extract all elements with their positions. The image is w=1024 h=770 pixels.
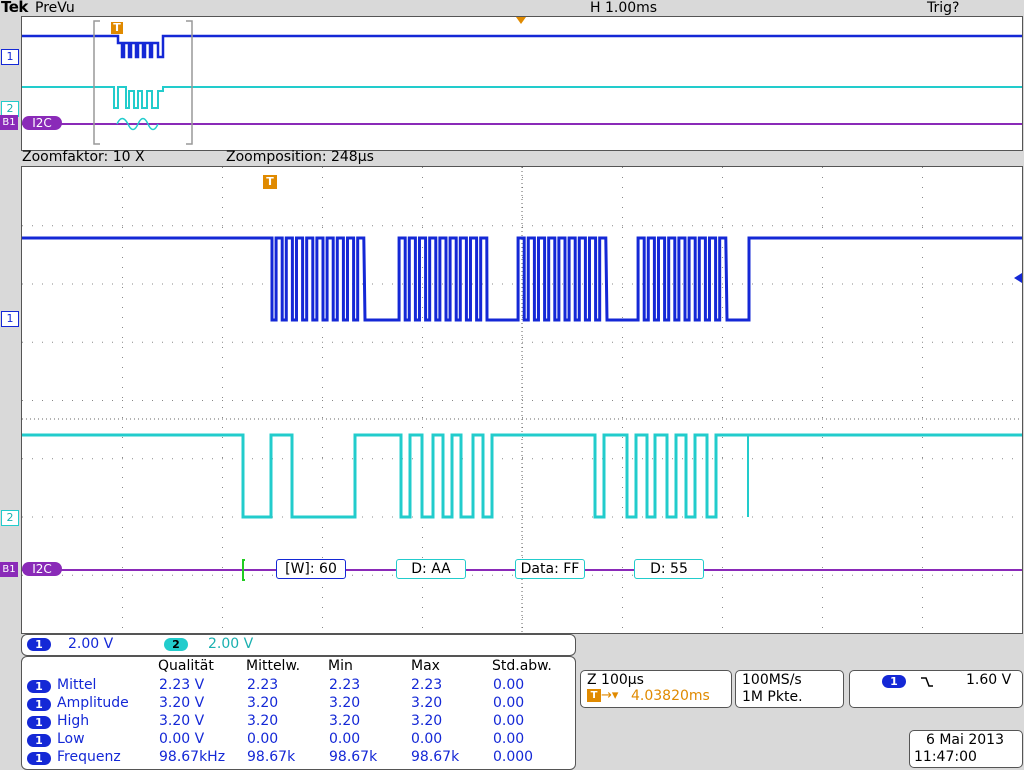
datetime-box: 6 Mai 2013 11:47:00 [909,730,1023,768]
horizontal-scale[interactable]: H 1.00ms [590,0,657,16]
measurement-row[interactable]: 1 Mittel 2.23 V 2.23 2.23 2.23 0.00 [26,677,571,695]
measurement-min: 98.67k [329,749,378,765]
zoom-position: Zoomposition: 248µs [226,149,374,165]
ch1-level-marker-icon [1014,273,1022,283]
decode-packet: Data: FF [515,559,585,579]
trigger-source-badge: 1 [882,675,906,688]
measurement-mean: 98.67k [247,749,296,765]
measurement-std: 0.00 [493,677,525,693]
measurement-min: 0.00 [329,731,361,747]
measurement-min: 2.23 [329,677,361,693]
record-length: 1M Pkte. [742,689,803,705]
measurement-min: 3.20 [329,695,361,711]
time: 11:47:00 [914,749,977,765]
channel-scale-bar[interactable]: 1 2.00 V 2 2.00 V [21,634,576,656]
measurement-value: 0.00 V [159,731,205,747]
measurement-row[interactable]: 1 Amplitude 3.20 V 3.20 3.20 3.20 0.00 [26,695,571,713]
zoom-bracket-left [93,20,100,145]
ch2-scale[interactable]: 2.00 V [208,636,253,652]
ch1-overview-marker[interactable]: 1 [1,49,19,65]
col-header: Max [411,658,440,674]
measurement-name: Mittel [57,677,97,693]
col-header: Std.abw. [492,658,552,674]
trigger-status: Trig? [927,0,960,16]
measurement-name: Frequenz [57,749,121,765]
bus-label: I2C [22,562,62,576]
ch1-scale[interactable]: 2.00 V [68,636,113,652]
measurement-mean: 0.00 [247,731,279,747]
measurement-mean: 3.20 [247,695,279,711]
overview-canvas [22,17,1022,145]
col-header: Mittelw. [246,658,301,674]
measurement-min: 3.20 [329,713,361,729]
arrow-right-icon: →▾ [601,688,619,703]
trigger-position-icon [516,17,526,24]
ch1-marker[interactable]: 1 [1,311,19,327]
measurement-name: Low [57,731,85,747]
ch2-badge: 2 [164,638,188,651]
bus-marker[interactable]: B1 [0,562,18,577]
zoom-factor: Zoomfaktor: 10 X [22,149,145,165]
ch2-overview-trace [22,86,1022,109]
trigger-level: 1.60 V [966,672,1012,688]
measurement-row[interactable]: 1 Low 0.00 V 0.00 0.00 0.00 0.00 [26,731,571,749]
measurement-row[interactable]: 1 Frequenz 98.67kHz 98.67k 98.67k 98.67k… [26,749,571,767]
measurement-max: 3.20 [411,695,443,711]
measurement-std: 0.00 [493,713,525,729]
ch1-badge: 1 [27,716,51,729]
col-header: Min [328,658,353,674]
col-header: Qualität [158,658,214,674]
measurement-std: 0.000 [493,749,534,765]
ch1-badge: 1 [27,638,51,651]
status-bar: Tek PreVu H 1.00ms Trig? [0,0,1024,16]
decode-packet: D: AA [396,559,466,579]
bus-overview-label: I2C [22,116,62,130]
measurement-max: 3.20 [411,713,443,729]
ch1-badge: 1 [27,698,51,711]
falling-edge-icon [921,677,933,687]
bus-overview-marker[interactable]: B1 [0,115,18,130]
measurement-name: Amplitude [57,695,129,711]
ch1-badge: 1 [27,734,51,747]
measurement-max: 2.23 [411,677,443,693]
measurement-max: 98.67k [411,749,460,765]
measurement-value: 3.20 V [159,713,205,729]
trigger-delay-icon: T [587,689,601,702]
trigger-marker[interactable]: T [263,175,277,189]
measurement-std: 0.00 [493,695,525,711]
date: 6 Mai 2013 [926,732,1004,748]
zoom-scale: Z 100µs [587,672,644,688]
measurement-table[interactable]: Qualität Mittelw. Min Max Std.abw. 1 Mit… [21,656,576,770]
acquisition-mode: PreVu [35,0,75,16]
ch1-badge: 1 [27,752,51,765]
acquisition-box[interactable]: 100MS/s 1M Pkte. [735,670,844,708]
measurement-std: 0.00 [493,731,525,747]
measurement-row[interactable]: 1 High 3.20 V 3.20 3.20 3.20 0.00 [26,713,571,731]
ch1-overview-trace [22,34,1022,59]
decode-packet: [W]: 60 [276,559,346,579]
measurement-name: High [57,713,90,729]
overview-window[interactable]: T [21,16,1023,151]
measurement-max: 0.00 [411,731,443,747]
brand-logo: Tek [1,0,28,16]
measurement-mean: 2.23 [247,677,279,693]
trigger-box[interactable]: 1 1.60 V [849,670,1023,708]
overview-trigger-label: T [113,21,121,34]
trigger-delay: 4.03820ms [631,688,710,704]
ch2-marker[interactable]: 2 [1,510,19,526]
zoom-bracket-right [186,20,193,145]
measurement-value: 2.23 V [159,677,205,693]
measurement-mean: 3.20 [247,713,279,729]
decode-packet: D: 55 [634,559,704,579]
measurement-value: 98.67kHz [159,749,226,765]
zoom-time-box[interactable]: Z 100µs T →▾ 4.03820ms [580,670,732,708]
sample-rate: 100MS/s [742,672,802,688]
measurement-value: 3.20 V [159,695,205,711]
ch1-badge: 1 [27,680,51,693]
